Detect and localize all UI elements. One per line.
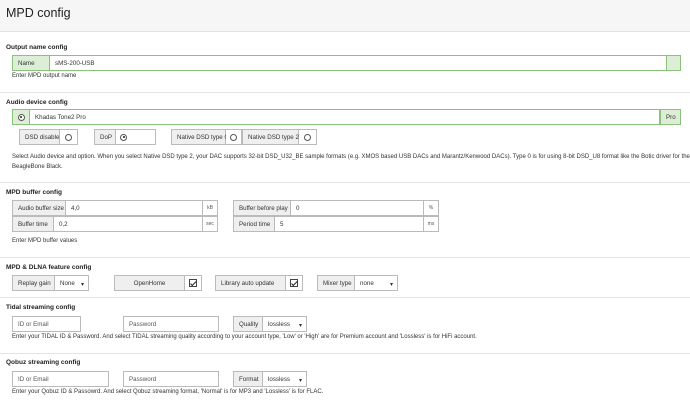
output-name-section-title: Output name config bbox=[6, 44, 68, 51]
chevron-down-icon: ▾ bbox=[298, 378, 302, 384]
library-auto-update-checkbox[interactable] bbox=[290, 279, 298, 287]
openhome-label: OpenHome bbox=[114, 275, 185, 291]
page-header: MPD config bbox=[0, 0, 690, 32]
audio-device-select[interactable]: Khadas Tone2 Pro bbox=[30, 109, 660, 125]
chevron-down-icon: ▾ bbox=[389, 282, 393, 288]
replay-gain-select[interactable]: None ▾ bbox=[55, 275, 89, 291]
audio-buffer-label: Audio buffer size bbox=[12, 200, 66, 216]
native-dsd2-radio-box[interactable] bbox=[299, 129, 317, 145]
tidal-help: Enter your TIDAL ID & Password. And sele… bbox=[12, 334, 477, 340]
tidal-id-input[interactable]: ID or Email bbox=[12, 316, 81, 332]
page-title: MPD config bbox=[6, 6, 71, 20]
buffer-before-play-input[interactable]: 0 bbox=[291, 200, 424, 216]
qobuz-format-select[interactable]: lossless ▾ bbox=[263, 371, 307, 387]
library-auto-update-checkbox-box[interactable] bbox=[286, 275, 303, 291]
divider bbox=[0, 353, 690, 354]
dop-radio-box[interactable] bbox=[116, 129, 156, 145]
features-section-title: MPD & DLNA feature config bbox=[6, 264, 92, 271]
period-time-unit: ms bbox=[424, 216, 439, 232]
dop-label: DoP bbox=[94, 129, 116, 145]
qobuz-section-title: Qobuz streaming config bbox=[6, 359, 81, 366]
chevron-down-icon: ▾ bbox=[298, 323, 302, 329]
library-auto-update-label: Library auto update bbox=[215, 275, 286, 291]
native-dsd0-radio[interactable] bbox=[230, 133, 237, 141]
qobuz-password-input[interactable]: Password bbox=[123, 371, 219, 387]
divider bbox=[0, 92, 690, 93]
output-name-addon-right bbox=[667, 55, 681, 71]
qobuz-help: Enter your Qobuz ID & Passowrd. And sele… bbox=[12, 389, 324, 395]
buffer-time-label: Buffer time bbox=[12, 216, 54, 232]
native-dsd0-label: Native DSD type 0 bbox=[171, 129, 228, 145]
chevron-down-icon: ▾ bbox=[80, 282, 84, 288]
output-name-help: Enter MPD output name bbox=[12, 73, 77, 79]
tidal-section-title: Tidal streaming config bbox=[6, 304, 76, 311]
dop-radio[interactable] bbox=[120, 133, 127, 141]
buffer-before-play-label: Buffer before play bbox=[233, 200, 291, 216]
audio-device-suffix: Pro bbox=[660, 109, 681, 125]
audio-device-radio[interactable] bbox=[17, 113, 25, 121]
buffer-section-title: MPD buffer config bbox=[6, 189, 62, 196]
divider bbox=[0, 297, 690, 298]
dsd-disable-radio-box[interactable] bbox=[60, 129, 78, 145]
divider bbox=[0, 182, 690, 183]
buffer-time-unit: sec bbox=[203, 216, 218, 232]
tidal-quality-label: Quality bbox=[233, 316, 263, 332]
native-dsd2-label: Native DSD type 2 bbox=[242, 129, 299, 145]
tidal-quality-select[interactable]: lossless ▾ bbox=[263, 316, 307, 332]
divider bbox=[0, 257, 690, 258]
replay-gain-value: None bbox=[60, 279, 75, 287]
qobuz-format-label: Format bbox=[233, 371, 263, 387]
output-name-input[interactable]: sMS-200-USB bbox=[50, 55, 667, 71]
audio-device-section-title: Audio device config bbox=[6, 99, 68, 106]
native-dsd0-radio-box[interactable] bbox=[226, 129, 242, 145]
openhome-checkbox-box[interactable] bbox=[185, 275, 202, 291]
audio-buffer-unit: kB bbox=[203, 200, 218, 216]
qobuz-id-input[interactable]: ID or Email bbox=[12, 371, 109, 387]
tidal-quality-value: lossless bbox=[268, 320, 291, 328]
dsd-disable-radio[interactable] bbox=[65, 133, 72, 141]
buffer-time-input[interactable]: 0,2 bbox=[54, 216, 203, 232]
tidal-password-input[interactable]: Password bbox=[123, 316, 219, 332]
audio-device-help-line2: BeagleBone Black. bbox=[12, 164, 63, 170]
period-time-input[interactable]: 5 bbox=[275, 216, 424, 232]
qobuz-format-value: lossless bbox=[268, 375, 291, 383]
mixer-type-label: Mixer type bbox=[317, 275, 355, 291]
native-dsd2-radio[interactable] bbox=[304, 133, 311, 141]
dsd-disable-label: DSD disable bbox=[19, 129, 60, 145]
audio-buffer-input[interactable]: 4,0 bbox=[66, 200, 203, 216]
buffer-before-play-unit: % bbox=[424, 200, 439, 216]
mixer-type-value: none bbox=[360, 279, 374, 287]
replay-gain-label: Replay gain bbox=[12, 275, 55, 291]
buffer-help: Enter MPD buffer values bbox=[12, 238, 78, 244]
period-time-label: Period time bbox=[233, 216, 275, 232]
output-name-label: Name bbox=[12, 55, 50, 71]
openhome-checkbox[interactable] bbox=[189, 279, 197, 287]
audio-device-radio-addon[interactable] bbox=[12, 109, 30, 125]
audio-device-help-line1: Select Audio device and option. When you… bbox=[12, 154, 690, 160]
mixer-type-select[interactable]: none ▾ bbox=[355, 275, 398, 291]
